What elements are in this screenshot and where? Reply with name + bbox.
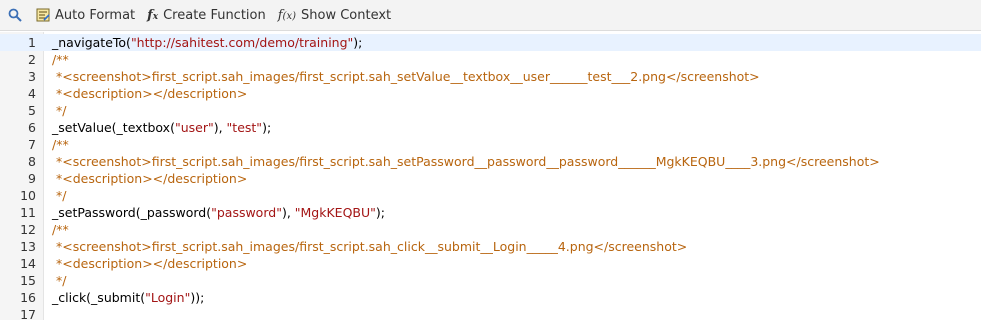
code-line[interactable]: 9 *<description></description> — [0, 170, 981, 187]
context-function-icon: f(x) — [277, 7, 296, 23]
code-token: ); — [353, 35, 363, 50]
code-line[interactable]: 13 *<screenshot>first_script.sah_images/… — [0, 238, 981, 255]
code-token: "Login" — [145, 290, 191, 305]
line-number: 13 — [20, 239, 36, 254]
line-number: 5 — [28, 103, 36, 118]
search-button[interactable] — [0, 2, 30, 28]
code-token: "password" — [211, 205, 282, 220]
function-icon: fx — [147, 7, 159, 23]
line-number: 17 — [20, 307, 36, 320]
code-editor[interactable]: 1 _navigateTo("http://sahitest.com/demo/t… — [0, 32, 981, 320]
code-line[interactable]: 16 _click(_submit("Login")); — [0, 289, 981, 306]
line-code: /** — [52, 221, 69, 238]
line-number: 14 — [20, 256, 36, 271]
code-line[interactable]: 2 /** — [0, 51, 981, 68]
code-token: /** — [52, 222, 69, 237]
create-function-label: Create Function — [163, 7, 266, 23]
line-code: _setPassword(_password("password"), "Mgk… — [52, 204, 385, 221]
show-context-label: Show Context — [301, 7, 392, 23]
show-context-button[interactable]: f(x) Show Context — [272, 2, 397, 28]
line-code: *<screenshot>first_script.sah_images/fir… — [52, 68, 760, 85]
code-token: */ — [52, 188, 67, 203]
code-token: "user" — [174, 120, 214, 135]
code-token: ); — [375, 205, 385, 220]
code-token: *<screenshot>first_script.sah_images/fir… — [52, 69, 760, 84]
line-number: 7 — [28, 137, 36, 152]
line-code: *<screenshot>first_script.sah_images/fir… — [52, 238, 687, 255]
line-code: /** — [52, 136, 69, 153]
code-line[interactable]: 3 *<screenshot>first_script.sah_images/f… — [0, 68, 981, 85]
line-code: */ — [52, 187, 66, 204]
line-code: /** — [52, 51, 69, 68]
code-token: *<screenshot>first_script.sah_images/fir… — [52, 239, 688, 254]
line-code: *<description></description> — [52, 85, 247, 102]
code-token: _navigateTo( — [52, 35, 131, 50]
code-line[interactable]: 10 */ — [0, 187, 981, 204]
line-number: 16 — [20, 290, 36, 305]
line-number: 8 — [28, 154, 36, 169]
code-token: _click(_submit( — [52, 290, 146, 305]
code-line[interactable]: 14 *<description></description> — [0, 255, 981, 272]
code-token: *<description></description> — [52, 171, 248, 186]
code-token: ), — [213, 120, 227, 135]
line-number: 6 — [28, 120, 36, 135]
create-function-button[interactable]: fx Create Function — [141, 2, 272, 28]
code-line[interactable]: 5 */ — [0, 102, 981, 119]
line-number: 9 — [28, 171, 36, 186]
line-code: *<description></description> — [52, 170, 247, 187]
code-line[interactable]: 12 /** — [0, 221, 981, 238]
line-code: */ — [52, 272, 66, 289]
line-code: *<description></description> — [52, 255, 247, 272]
line-code: _click(_submit("Login")); — [52, 289, 204, 306]
code-token: _setPassword(_password( — [52, 205, 212, 220]
code-token: )); — [190, 290, 205, 305]
line-code: _setValue(_textbox("user"), "test"); — [52, 119, 271, 136]
line-code: *<screenshot>first_script.sah_images/fir… — [52, 153, 880, 170]
magnifier-icon — [8, 8, 22, 22]
auto-format-button[interactable]: Auto Format — [30, 2, 141, 28]
line-number: 3 — [28, 69, 36, 84]
code-token: *<screenshot>first_script.sah_images/fir… — [52, 154, 880, 169]
code-token: ), — [281, 205, 295, 220]
code-line[interactable]: 17 — [0, 306, 981, 320]
editor-toolbar: Auto Format fx Create Function f(x) Show… — [0, 0, 981, 31]
code-token: "http://sahitest.com/demo/training" — [130, 35, 354, 50]
code-line[interactable]: 15 */ — [0, 272, 981, 289]
code-line[interactable]: 6 _setValue(_textbox("user"), "test"); — [0, 119, 981, 136]
line-number: 4 — [28, 86, 36, 101]
code-line[interactable]: 4 *<description></description> — [0, 85, 981, 102]
code-token: *<description></description> — [52, 256, 248, 271]
code-token: */ — [52, 273, 67, 288]
code-token: ); — [262, 120, 272, 135]
line-number: 15 — [20, 273, 36, 288]
line-code: */ — [52, 102, 66, 119]
code-token: "MgkKEQBU" — [294, 205, 376, 220]
code-token: "test" — [226, 120, 263, 135]
line-number: 1 — [28, 35, 36, 50]
line-number: 12 — [20, 222, 36, 237]
code-token: /** — [52, 137, 69, 152]
auto-format-label: Auto Format — [55, 7, 136, 23]
code-token: _setValue(_textbox( — [52, 120, 175, 135]
code-line[interactable]: 1 _navigateTo("http://sahitest.com/demo/t… — [0, 34, 981, 51]
code-token: *<description></description> — [52, 86, 248, 101]
code-line[interactable]: 11 _setPassword(_password("password"), "M… — [0, 204, 981, 221]
line-number: 10 — [20, 188, 36, 203]
code-token: */ — [52, 103, 67, 118]
line-number: 2 — [28, 52, 36, 67]
code-line[interactable]: 7 /** — [0, 136, 981, 153]
line-number: 11 — [20, 205, 36, 220]
code-token: /** — [52, 52, 69, 67]
line-code: _navigateTo("http://sahitest.com/demo/tr… — [52, 34, 362, 51]
auto-format-icon — [36, 8, 50, 22]
code-line[interactable]: 8 *<screenshot>first_script.sah_images/f… — [0, 153, 981, 170]
